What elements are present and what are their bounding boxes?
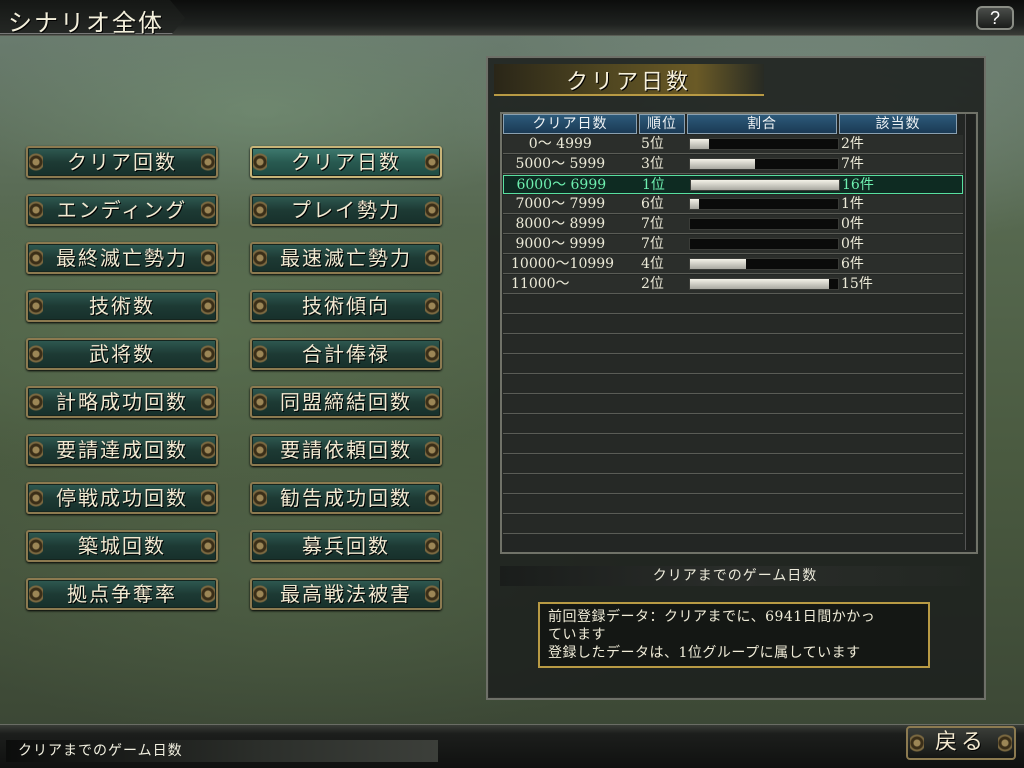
day-range: 10000～10999 xyxy=(511,256,615,272)
day-range: 9000～ 9999 xyxy=(511,236,606,252)
day-range: 8000～ 8999 xyxy=(511,216,606,232)
menu-button[interactable]: 最速滅亡勢力 xyxy=(250,242,442,274)
menu-button[interactable]: プレイ勢力 xyxy=(250,194,442,226)
rank: 4位 xyxy=(641,256,664,272)
message-line: 前回登録データ：クリアまでに、6941日間かかっ xyxy=(548,609,876,625)
rank: 2位 xyxy=(641,276,664,292)
registration-message: 前回登録データ：クリアまでに、6941日間かかっ ています 登録したデータは、1… xyxy=(538,602,930,668)
column-header: 割合 xyxy=(687,114,837,134)
match-count: 15件 xyxy=(841,276,873,292)
empty-row xyxy=(503,455,963,474)
message-line: 登録したデータは、1位グループに属しています xyxy=(548,645,861,661)
match-count: 0件 xyxy=(841,216,864,232)
menu-button[interactable]: 武将数 xyxy=(26,338,218,370)
empty-row xyxy=(503,495,963,514)
empty-row xyxy=(503,435,963,454)
match-count: 1件 xyxy=(841,196,864,212)
menu-button[interactable]: 技術傾向 xyxy=(250,290,442,322)
menu-button[interactable]: クリア日数 xyxy=(250,146,442,178)
day-range: 7000～ 7999 xyxy=(511,196,606,212)
empty-row xyxy=(503,375,963,394)
menu-button[interactable]: 要請達成回数 xyxy=(26,434,218,466)
ratio-bar xyxy=(689,258,839,270)
rank: 1位 xyxy=(642,177,665,193)
menu-button[interactable]: 築城回数 xyxy=(26,530,218,562)
ratio-bar-fill xyxy=(690,279,829,289)
menu-button[interactable]: 拠点争奪率 xyxy=(26,578,218,610)
menu-button[interactable]: 技術数 xyxy=(26,290,218,322)
table-row[interactable]: 7000～ 7999 6位 1件 xyxy=(503,195,963,214)
menu-button[interactable]: 同盟締結回数 xyxy=(250,386,442,418)
column-header: 該当数 xyxy=(839,114,957,134)
empty-row xyxy=(503,415,963,434)
menu-button[interactable]: 勧告成功回数 xyxy=(250,482,442,514)
match-count: 0件 xyxy=(841,236,864,252)
empty-row xyxy=(503,475,963,494)
ratio-bar xyxy=(690,179,840,191)
menu-button[interactable]: 合計俸禄 xyxy=(250,338,442,370)
column-header: 順位 xyxy=(639,114,685,134)
panel-title: クリア日数 xyxy=(566,70,692,95)
empty-row xyxy=(503,395,963,414)
empty-row xyxy=(503,295,963,314)
ratio-bar xyxy=(689,238,839,250)
empty-row xyxy=(503,315,963,334)
ratio-bar-fill xyxy=(691,180,839,190)
rank: 3位 xyxy=(641,156,664,172)
match-count: 6件 xyxy=(841,256,864,272)
rank: 7位 xyxy=(641,216,664,232)
ratio-bar xyxy=(689,278,839,290)
help-button[interactable]: ? xyxy=(976,6,1014,30)
menu-button[interactable]: クリア回数 xyxy=(26,146,218,178)
menu-button[interactable]: 計略成功回数 xyxy=(26,386,218,418)
day-range: 0～ 4999 xyxy=(511,136,592,152)
column-header: クリア日数 xyxy=(503,114,637,134)
table-row[interactable]: 5000～ 5999 3位 7件 xyxy=(503,155,963,174)
ratio-bar-fill xyxy=(690,159,755,169)
menu-button[interactable]: 最高戦法被害 xyxy=(250,578,442,610)
table-scrollbar[interactable] xyxy=(965,114,975,550)
ratio-bar-fill xyxy=(690,199,699,209)
back-button[interactable]: 戻る xyxy=(906,726,1016,760)
ratio-bar-fill xyxy=(690,259,746,269)
empty-row xyxy=(503,515,963,534)
day-range: 5000～ 5999 xyxy=(511,156,606,172)
day-range: 6000～ 6999 xyxy=(512,177,607,193)
rank: 5位 xyxy=(641,136,664,152)
table-row[interactable]: 6000～ 6999 1位 16件 xyxy=(503,175,963,194)
table-row[interactable]: 8000～ 8999 7位 0件 xyxy=(503,215,963,234)
match-count: 2件 xyxy=(841,136,864,152)
empty-row xyxy=(503,335,963,354)
table-row[interactable]: 10000～10999 4位 6件 xyxy=(503,255,963,274)
rank: 6位 xyxy=(641,196,664,212)
match-count: 7件 xyxy=(841,156,864,172)
day-range: 11000～ xyxy=(511,276,570,292)
menu-button[interactable]: 募兵回数 xyxy=(250,530,442,562)
table-row[interactable]: 0～ 4999 5位 2件 xyxy=(503,135,963,154)
empty-row xyxy=(503,355,963,374)
status-text: クリアまでのゲーム日数 xyxy=(6,740,438,762)
table-row[interactable]: 11000～ 2位 15件 xyxy=(503,275,963,294)
ratio-bar xyxy=(689,138,839,150)
menu-button[interactable]: エンディング xyxy=(26,194,218,226)
table-caption: クリアまでのゲーム日数 xyxy=(500,566,970,586)
screen-title: シナリオ全体 xyxy=(8,9,164,37)
menu-button[interactable]: 停戦成功回数 xyxy=(26,482,218,514)
table-row[interactable]: 9000～ 9999 7位 0件 xyxy=(503,235,963,254)
menu-button[interactable]: 最終滅亡勢力 xyxy=(26,242,218,274)
ratio-bar xyxy=(689,158,839,170)
ratio-bar-fill xyxy=(690,139,709,149)
message-line: ています xyxy=(548,627,606,643)
match-count: 16件 xyxy=(842,177,874,193)
ratio-bar xyxy=(689,198,839,210)
menu-button[interactable]: 要請依頼回数 xyxy=(250,434,442,466)
rank: 7位 xyxy=(641,236,664,252)
ratio-bar xyxy=(689,218,839,230)
